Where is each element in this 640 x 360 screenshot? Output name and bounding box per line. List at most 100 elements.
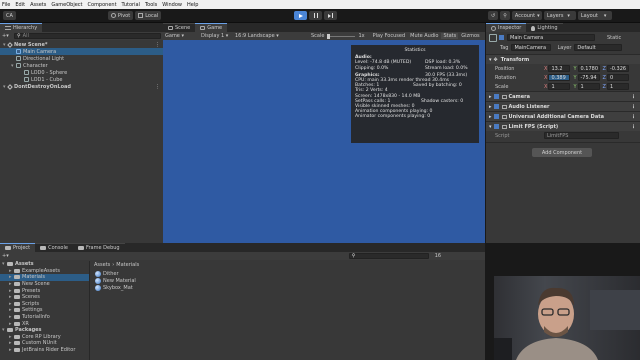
menu-item-window[interactable]: Window: [162, 2, 182, 8]
project-folder-item[interactable]: ▸ Settings: [0, 307, 89, 314]
tab-inspector[interactable]: Inspector: [486, 23, 527, 32]
project-folder-item[interactable]: ▸ Scenes: [0, 294, 89, 301]
tab-frame-debug[interactable]: Frame Debug: [72, 243, 125, 252]
tab-game[interactable]: Game: [195, 23, 228, 32]
add-icon[interactable]: +▾: [2, 253, 9, 259]
hierarchy-item[interactable]: ▾ New Scene* ⋮: [0, 41, 163, 48]
tab-hierarchy[interactable]: Hierarchy: [0, 23, 43, 32]
menu-item-tutorial[interactable]: Tutorial: [122, 2, 140, 8]
game-toggle-stats[interactable]: Stats: [441, 33, 459, 39]
game-toggle-play-focused[interactable]: Play Focused: [371, 33, 408, 39]
hierarchy-item[interactable]: LOD1 - Cube: [0, 76, 163, 83]
game-toggle-gizmos[interactable]: Gizmos: [459, 33, 481, 39]
script-field[interactable]: LimitFPS: [544, 132, 619, 139]
pause-button[interactable]: [309, 11, 322, 20]
step-button[interactable]: [324, 11, 337, 20]
local-icon: [138, 13, 144, 18]
hierarchy-item[interactable]: Main Camera: [0, 48, 163, 55]
scale-slider[interactable]: [327, 33, 356, 39]
play-button[interactable]: [294, 11, 307, 20]
more-options-icon[interactable]: ⋮: [631, 104, 636, 110]
tab-project[interactable]: Project: [0, 243, 36, 252]
project-search-input[interactable]: ⚲: [348, 253, 429, 259]
tab-console[interactable]: Console: [35, 243, 73, 252]
add-icon[interactable]: +▾: [2, 33, 10, 39]
tab-lighting[interactable]: Lighting: [526, 23, 563, 32]
account-dropdown[interactable]: Account ▾: [511, 11, 542, 20]
position-y-field[interactable]: 0.1780: [577, 65, 600, 72]
menu-item-edit[interactable]: Edit: [15, 2, 25, 8]
transform-header[interactable]: ▾ ✥ Transform: [486, 54, 640, 64]
breadcrumb-item[interactable]: Assets: [94, 262, 110, 268]
more-options-icon[interactable]: ⋮: [631, 94, 636, 100]
project-folder-item[interactable]: ▸ Presets: [0, 287, 89, 294]
project-file-item[interactable]: Skybox_Mat: [95, 284, 136, 291]
project-folder-item[interactable]: ▸ XR: [0, 320, 89, 327]
hierarchy-item[interactable]: ▾ Character: [0, 62, 163, 69]
menu-item-file[interactable]: File: [2, 2, 10, 8]
local-toggle[interactable]: Local: [135, 11, 162, 20]
rotation-z-field[interactable]: 0: [606, 74, 629, 81]
component-enabled-checkbox[interactable]: [493, 124, 499, 129]
scale-x-field[interactable]: 1: [548, 83, 571, 90]
position-x-field[interactable]: 13.2: [548, 65, 571, 72]
component-header[interactable]: ▸ Audio Listener ⋮: [486, 101, 640, 111]
project-folder-item[interactable]: ▾ Assets: [0, 261, 89, 268]
rotation-y-field[interactable]: -75.94: [577, 74, 600, 81]
position-z-field[interactable]: -0.326: [606, 65, 629, 72]
layer-dropdown[interactable]: Default: [574, 44, 623, 51]
project-folder-item[interactable]: ▸ ExampleAssets: [0, 268, 89, 275]
game-toggle-mute-audio[interactable]: Mute Audio: [408, 33, 440, 39]
project-folder-item[interactable]: ▸ Core RP Library: [0, 334, 89, 341]
component-enabled-checkbox[interactable]: [493, 114, 499, 119]
more-options-icon[interactable]: ⋮: [631, 114, 636, 120]
project-file-item[interactable]: New Material: [95, 277, 136, 284]
project-file-item[interactable]: Dither: [95, 270, 136, 277]
component-enabled-checkbox[interactable]: [493, 94, 499, 99]
script-label: Script: [495, 132, 510, 139]
menu-item-gameobject[interactable]: GameObject: [51, 2, 82, 8]
project-folder-item[interactable]: ▸ Scripts: [0, 301, 89, 308]
game-mode-dropdown[interactable]: Game ▾: [165, 33, 201, 39]
add-component-button[interactable]: Add Component: [532, 148, 592, 157]
project-folder-item[interactable]: ▸ New Scene: [0, 281, 89, 288]
project-folder-item[interactable]: ▸ Materials: [0, 274, 89, 281]
hierarchy-item[interactable]: LOD0 - Sphere: [0, 69, 163, 76]
tab-scene[interactable]: Scene: [163, 23, 196, 32]
pivot-toggle[interactable]: Pivot: [107, 11, 134, 20]
scale-y-field[interactable]: 1: [577, 83, 600, 90]
more-options-icon[interactable]: ⋮: [155, 84, 160, 90]
component-header[interactable]: ▸ Camera ⋮: [486, 91, 640, 101]
account-avatar-button[interactable]: CA: [3, 11, 16, 20]
scale-slider-handle[interactable]: [327, 33, 331, 39]
project-folder-item[interactable]: ▸ JetBrains Rider Editor: [0, 347, 89, 354]
breadcrumb-item[interactable]: Materials: [116, 262, 139, 268]
rotation-x-field[interactable]: 0.389: [548, 74, 571, 81]
hierarchy-search-input[interactable]: ⚲ All: [14, 33, 161, 39]
object-name-field[interactable]: Main Camera: [507, 34, 595, 41]
scale-z-field[interactable]: 1: [606, 83, 629, 90]
more-options-icon[interactable]: ⋮: [631, 124, 636, 130]
menu-item-assets[interactable]: Assets: [30, 2, 46, 8]
active-checkbox[interactable]: [499, 35, 504, 40]
more-options-icon[interactable]: ⋮: [155, 42, 160, 48]
component-header[interactable]: ▾ Limit FPS (Script) ⋮: [486, 121, 640, 131]
menu-item-component[interactable]: Component: [88, 2, 117, 8]
resolution-dropdown[interactable]: 16:9 Landscape ▾: [235, 33, 295, 39]
hierarchy-item[interactable]: ▾ DontDestroyOnLoad ⋮: [0, 83, 163, 90]
chevron-down-icon: ▾: [567, 12, 570, 19]
hierarchy-item[interactable]: Directional Light: [0, 55, 163, 62]
menu-item-tools[interactable]: Tools: [145, 2, 157, 8]
project-folder-item[interactable]: ▸ TutorialInfo: [0, 314, 89, 321]
history-button[interactable]: ↺: [488, 11, 499, 20]
display-dropdown[interactable]: Display 1 ▾: [201, 33, 235, 39]
component-header[interactable]: ▸ Universal Additional Camera Data ⋮: [486, 111, 640, 121]
project-folder-item[interactable]: ▸ Custom NUnit: [0, 340, 89, 347]
menu-item-help[interactable]: Help: [187, 2, 198, 8]
tag-dropdown[interactable]: MainCamera: [511, 44, 552, 51]
component-enabled-checkbox[interactable]: [493, 104, 499, 109]
project-folder-item[interactable]: ▾ Packages: [0, 327, 89, 334]
layout-dropdown[interactable]: Layout ▾: [577, 11, 612, 20]
search-button[interactable]: ⚲: [500, 11, 510, 20]
layers-dropdown[interactable]: Layers ▾: [543, 11, 576, 20]
